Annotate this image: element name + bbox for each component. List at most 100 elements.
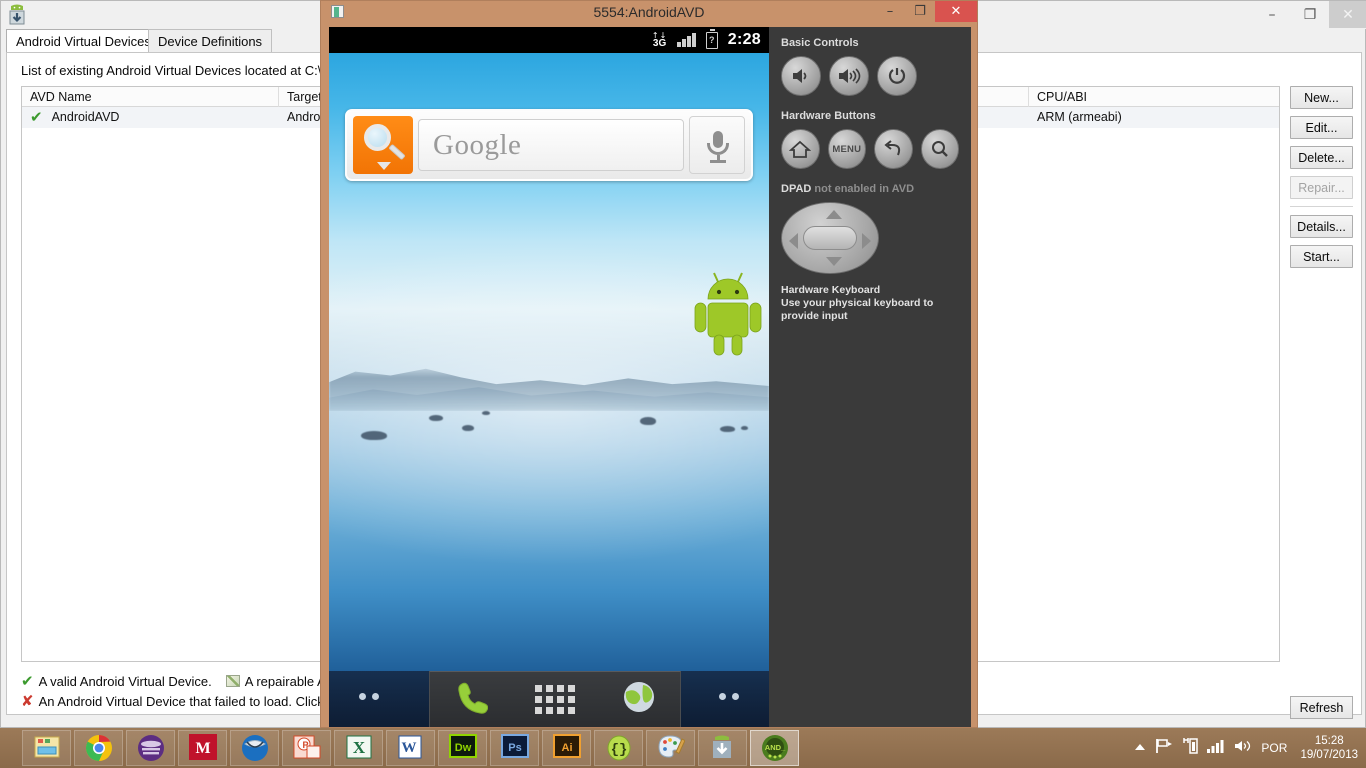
avd-restore-button[interactable]: ❐ — [1291, 1, 1329, 28]
wallpaper-rock — [720, 426, 735, 432]
column-header-cpu-abi[interactable]: CPU/ABI — [1029, 87, 1279, 107]
taskbar-item-paint-app[interactable] — [646, 730, 695, 766]
dpad-down-icon — [826, 257, 842, 266]
taskbar-item-powerpoint[interactable]: P — [282, 730, 331, 766]
svg-text:Ai: Ai — [561, 742, 572, 754]
tab-android-virtual-devices[interactable]: Android Virtual Devices — [6, 29, 161, 52]
chevron-up-icon[interactable] — [1134, 739, 1146, 757]
button-separator — [1290, 206, 1353, 207]
windows-taskbar: M P X W Dw Ps Ai {} AND_ POR 15:28 19/07… — [0, 728, 1366, 768]
tab-device-definitions[interactable]: Device Definitions — [148, 29, 273, 52]
avd-name-text: AndroidAVD — [51, 110, 120, 124]
start-button[interactable]: Start... — [1290, 245, 1353, 268]
taskbar-item-eclipse[interactable] — [126, 730, 175, 766]
valid-check-icon: ✔ — [21, 672, 34, 690]
emulator-window-controls[interactable]: – ❐ ✕ — [875, 1, 977, 22]
network-icon[interactable] — [1182, 737, 1199, 760]
repairable-icon — [225, 675, 240, 687]
repair-button: Repair... — [1290, 176, 1353, 199]
taskbar-item-android-sdk-manager[interactable] — [698, 730, 747, 766]
taskbar-item-avd-manager[interactable]: AND_ — [750, 730, 799, 766]
phone-icon[interactable] — [454, 680, 488, 719]
emulator-minimize-button[interactable]: – — [875, 1, 905, 22]
avd-minimize-button[interactable]: – — [1253, 1, 1291, 28]
list-caption: List of existing Android Virtual Devices… — [21, 63, 356, 78]
excel-icon: X — [345, 734, 373, 762]
taskbar-item-thunderbird[interactable] — [230, 730, 279, 766]
mendeley-m-icon: M — [188, 734, 217, 762]
photoshop-icon: Ps — [500, 734, 529, 762]
dock-tray — [429, 671, 681, 727]
emulator-close-button[interactable]: ✕ — [935, 1, 977, 22]
wallpaper-rock — [640, 417, 656, 425]
wallpaper-rock — [482, 411, 490, 415]
column-header-avd-name[interactable]: AVD Name — [22, 87, 279, 107]
clock-time: 15:28 — [1314, 735, 1344, 747]
svg-text:X: X — [352, 738, 365, 757]
taskbar-item-photoshop[interactable]: Ps — [490, 730, 539, 766]
emulator-maximize-button[interactable]: ❐ — [905, 1, 935, 22]
delete-button[interactable]: Delete... — [1290, 146, 1353, 169]
clock[interactable]: 15:28 19/07/2013 — [1300, 734, 1358, 762]
taskbar-item-file-explorer[interactable] — [22, 730, 71, 766]
avd-close-button[interactable]: ✕ — [1329, 1, 1366, 28]
volume-down-button[interactable] — [781, 56, 821, 96]
folder-icon — [33, 734, 61, 762]
clock-date: 19/07/2013 — [1300, 749, 1358, 761]
dpad-right-icon — [862, 233, 871, 249]
page-indicator-right — [719, 693, 739, 700]
taskbar-item-excel[interactable]: X — [334, 730, 383, 766]
emulator-titlebar[interactable]: 5554:AndroidAVD – ❐ ✕ — [321, 1, 977, 23]
svg-text:Ps: Ps — [508, 742, 521, 754]
power-button[interactable] — [877, 56, 917, 96]
tab-label: Android Virtual Devices — [16, 33, 151, 49]
taskbar-item-json-editor[interactable]: {} — [594, 730, 643, 766]
language-indicator[interactable]: POR — [1261, 741, 1287, 755]
google-search-widget[interactable]: Google — [345, 109, 753, 181]
avd-window-controls[interactable]: – ❐ ✕ — [1253, 1, 1366, 28]
taskbar-item-word[interactable]: W — [386, 730, 435, 766]
new-button[interactable]: New... — [1290, 86, 1353, 109]
dpad-label: DPAD not enabled in AVD — [781, 183, 959, 195]
android-device-screen[interactable]: ↑↓ 3G ? 2:28 Google — [329, 27, 769, 727]
page-indicator-left — [359, 693, 379, 700]
app-drawer-icon[interactable] — [534, 685, 575, 714]
home-button[interactable] — [781, 129, 820, 169]
dpad-label-strong: DPAD — [781, 183, 812, 195]
magnifier-handle — [388, 143, 406, 161]
word-icon: W — [397, 734, 425, 762]
volume-up-button[interactable] — [829, 56, 869, 96]
valid-check-icon: ✔ — [30, 108, 43, 126]
menu-button[interactable]: MENU — [827, 129, 866, 169]
chevron-down-icon — [377, 162, 391, 170]
svg-text:Dw: Dw — [454, 742, 471, 754]
signal-bars-icon[interactable] — [1207, 739, 1225, 758]
powerpoint-icon: P — [293, 734, 321, 762]
browser-globe-icon[interactable] — [622, 680, 656, 719]
taskbar-item-illustrator[interactable]: Ai — [542, 730, 591, 766]
search-input[interactable]: Google — [418, 119, 684, 171]
android-download-icon — [7, 4, 27, 26]
taskbar-item-mendeley[interactable]: M — [178, 730, 227, 766]
dpad-center-button — [803, 226, 857, 250]
battery-icon: ? — [705, 28, 718, 49]
microphone-icon[interactable] — [689, 116, 745, 174]
back-button[interactable] — [874, 129, 913, 169]
details-button[interactable]: Details... — [1290, 215, 1353, 238]
search-button[interactable] — [920, 129, 959, 169]
status-bar-clock: 2:28 — [727, 31, 761, 48]
android-download-icon — [709, 734, 737, 762]
hardware-keyboard-hint: Use your physical keyboard to provide in… — [781, 297, 934, 322]
tab-label: Device Definitions — [158, 33, 263, 49]
braces-icon: {} — [605, 734, 633, 762]
hardware-buttons-label: Hardware Buttons — [781, 110, 876, 122]
speaker-icon[interactable] — [1234, 739, 1252, 758]
dpad-control — [781, 202, 879, 274]
taskbar-item-dreamweaver[interactable]: Dw — [438, 730, 487, 766]
search-magnifier-icon[interactable] — [353, 116, 413, 174]
network-3g-icon: ↑↓ 3G — [652, 32, 667, 49]
edit-button[interactable]: Edit... — [1290, 116, 1353, 139]
taskbar-item-google-chrome[interactable] — [74, 730, 123, 766]
signal-bars-icon — [677, 33, 696, 47]
flag-icon[interactable] — [1155, 738, 1173, 759]
